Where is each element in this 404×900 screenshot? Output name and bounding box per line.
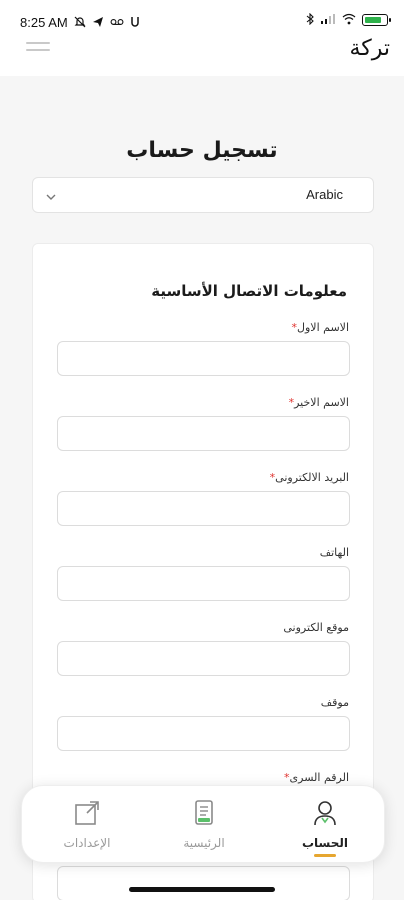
status-right <box>306 12 391 27</box>
field-label-text: موقف <box>320 696 349 709</box>
phone-input[interactable] <box>57 566 350 601</box>
field-label-position: موقف <box>321 696 349 709</box>
position-input[interactable] <box>57 716 350 751</box>
status-left: 8:25 AM <box>20 15 140 30</box>
status-bar: 8:25 AM <box>0 0 404 36</box>
u-icon <box>130 16 140 30</box>
field-label-text: الرقم السرى <box>289 771 349 784</box>
signal-icon <box>320 13 336 27</box>
status-time: 8:25 AM <box>20 15 68 30</box>
user-icon <box>310 798 340 828</box>
active-indicator <box>314 854 336 857</box>
nav-item-label: الحساب <box>301 836 349 850</box>
nav-item-account[interactable]: الحساب <box>270 794 380 858</box>
field-label-first-name: الاسم الاول* <box>288 321 350 334</box>
field-label-text: الهاتف <box>319 546 349 559</box>
field-label-text: موقع الكترونى <box>283 621 349 634</box>
email-input[interactable] <box>57 491 350 526</box>
hamburger-menu-icon[interactable] <box>26 42 50 56</box>
field-label-phone: الهاتف <box>320 546 349 559</box>
home-indicator <box>129 887 275 892</box>
nav-item-label: الإعدادات <box>63 836 111 850</box>
bluetooth-icon <box>306 12 314 27</box>
field-label-text: الاسم الاخير <box>294 396 349 409</box>
language-select[interactable]: Arabic <box>32 177 374 213</box>
app-title: تركة <box>349 36 390 61</box>
telegram-icon <box>92 16 104 30</box>
field-label-last-name: الاسم الاخير* <box>285 396 349 409</box>
field-label-website: موقع الكترونى <box>283 621 349 634</box>
wifi-icon <box>342 13 356 27</box>
language-select-value: Arabic <box>306 187 343 202</box>
form-input-partial[interactable] <box>57 866 350 900</box>
battery-icon <box>362 14 391 26</box>
muted-bell-icon <box>74 16 86 30</box>
last-name-input[interactable] <box>57 416 350 451</box>
document-icon <box>189 798 219 828</box>
app-header: تركة <box>0 36 404 76</box>
page-title: تسجيل حساب <box>126 138 278 163</box>
website-input[interactable] <box>57 641 350 676</box>
first-name-input[interactable] <box>57 341 350 376</box>
voicemail-icon <box>110 17 124 29</box>
field-label-text: الاسم الاول <box>297 321 349 334</box>
nav-item-label: الرئيسية <box>183 836 225 850</box>
section-title: معلومات الاتصال الأساسية <box>151 282 347 300</box>
field-label-email: البريد الالكترونى* <box>266 471 349 484</box>
field-label-text: البريد الالكترونى <box>275 471 349 484</box>
chevron-down-icon <box>45 188 57 200</box>
nav-item-settings[interactable]: الإعدادات <box>32 794 142 858</box>
external-link-icon <box>72 798 102 828</box>
field-label-password: الرقم السرى* <box>280 771 349 784</box>
bottom-nav: الإعدادات الرئيسية الحساب <box>21 785 385 863</box>
battery-fill <box>365 17 381 23</box>
nav-item-home[interactable]: الرئيسية <box>149 794 259 858</box>
